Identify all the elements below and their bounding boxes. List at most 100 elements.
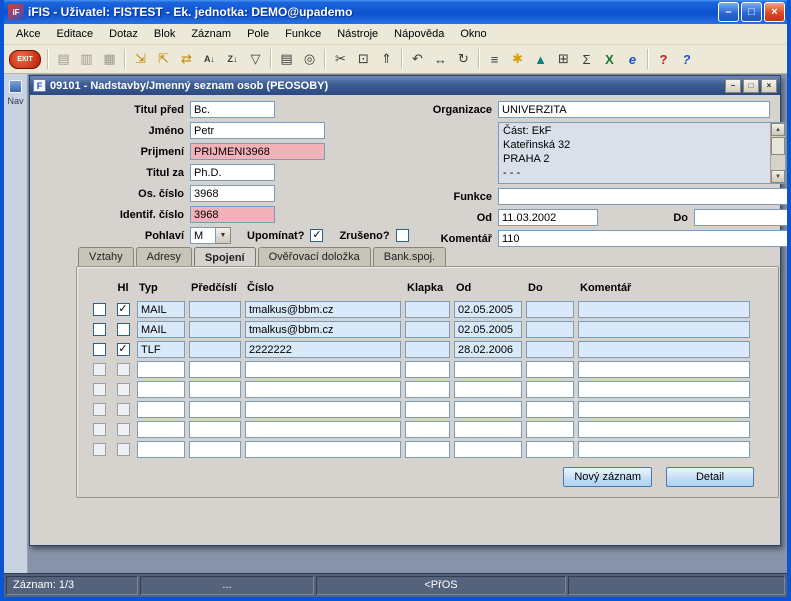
row-select-checkbox[interactable] bbox=[92, 363, 106, 376]
cell-od[interactable] bbox=[454, 401, 522, 418]
hl-checkbox[interactable] bbox=[116, 363, 130, 376]
scroll-thumb[interactable] bbox=[771, 137, 785, 155]
print-screen-icon[interactable]: ▥ bbox=[76, 49, 97, 70]
pohlavi-input[interactable] bbox=[190, 227, 216, 244]
new-record-button[interactable]: Nový záznam bbox=[563, 467, 652, 487]
cell-od[interactable] bbox=[454, 301, 522, 318]
cell-predcisli[interactable] bbox=[189, 301, 241, 318]
tab-bank-spoj-[interactable]: Bank.spoj. bbox=[372, 247, 447, 266]
enter-query-icon[interactable]: ⇲ bbox=[130, 49, 151, 70]
organizace-input[interactable] bbox=[498, 101, 770, 118]
od-input[interactable] bbox=[498, 209, 598, 226]
chevron-down-icon[interactable]: ▼ bbox=[216, 227, 231, 244]
row-select-checkbox[interactable] bbox=[92, 423, 106, 436]
cell-cislo[interactable] bbox=[245, 441, 401, 458]
clear-record-icon[interactable]: ▦ bbox=[99, 49, 120, 70]
sum-icon[interactable]: Σ bbox=[576, 49, 597, 70]
scroll-down-icon[interactable]: ▼ bbox=[771, 170, 785, 183]
cancel-query-icon[interactable]: ⇄ bbox=[176, 49, 197, 70]
menu-item-5[interactable]: Záznam bbox=[183, 26, 239, 42]
cell-klapka[interactable] bbox=[405, 401, 450, 418]
cell-do[interactable] bbox=[526, 361, 574, 378]
sort-desc-icon[interactable]: Z↓ bbox=[222, 49, 243, 70]
paste-icon[interactable]: ⇑ bbox=[376, 49, 397, 70]
navigate-icon[interactable]: ↔ bbox=[430, 49, 451, 70]
row-select-checkbox[interactable] bbox=[92, 323, 106, 336]
help-icon[interactable]: ? bbox=[676, 49, 697, 70]
cell-predcisli[interactable] bbox=[189, 341, 241, 358]
chart-icon[interactable]: ▲ bbox=[530, 49, 551, 70]
hl-checkbox[interactable] bbox=[116, 443, 130, 456]
form-restore-button[interactable]: □ bbox=[743, 78, 759, 93]
preview-icon[interactable]: ◎ bbox=[299, 49, 320, 70]
cell-predcisli[interactable] bbox=[189, 361, 241, 378]
cell-do[interactable] bbox=[526, 441, 574, 458]
cell-typ[interactable] bbox=[137, 421, 185, 438]
maximize-button[interactable]: □ bbox=[741, 2, 762, 22]
print-icon[interactable]: ▤ bbox=[276, 49, 297, 70]
save-icon[interactable]: ▤ bbox=[53, 49, 74, 70]
help-doc-icon[interactable]: ? bbox=[653, 49, 674, 70]
hl-checkbox[interactable] bbox=[116, 383, 130, 396]
wizard-icon[interactable]: ✱ bbox=[507, 49, 528, 70]
os-cislo-input[interactable] bbox=[190, 185, 275, 202]
cell-klapka[interactable] bbox=[405, 341, 450, 358]
menu-item-6[interactable]: Pole bbox=[239, 26, 277, 42]
menu-item-2[interactable]: Editace bbox=[48, 26, 101, 42]
row-select-checkbox[interactable] bbox=[92, 403, 106, 416]
cell-cislo[interactable] bbox=[245, 381, 401, 398]
cell-komentar[interactable] bbox=[578, 321, 750, 338]
cell-od[interactable] bbox=[454, 421, 522, 438]
menu-item-1[interactable]: Akce bbox=[8, 26, 48, 42]
tab-ov-ovac-dolo-ka[interactable]: Ověřovací doložka bbox=[257, 247, 371, 266]
titul-pred-input[interactable] bbox=[190, 101, 275, 118]
list-values-icon[interactable]: ≡ bbox=[484, 49, 505, 70]
exit-icon[interactable]: EXIT bbox=[9, 49, 41, 69]
cell-do[interactable] bbox=[526, 341, 574, 358]
cell-od[interactable] bbox=[454, 381, 522, 398]
tab-spojen-[interactable]: Spojení bbox=[193, 247, 256, 267]
cell-predcisli[interactable] bbox=[189, 401, 241, 418]
calculator-icon[interactable]: ⊞ bbox=[553, 49, 574, 70]
cell-od[interactable] bbox=[454, 361, 522, 378]
cell-typ[interactable] bbox=[137, 361, 185, 378]
cell-od[interactable] bbox=[454, 321, 522, 338]
filter-icon[interactable]: ▽ bbox=[245, 49, 266, 70]
cell-cislo[interactable] bbox=[245, 301, 401, 318]
hl-checkbox[interactable]: ✓ bbox=[116, 303, 130, 316]
undo-icon[interactable]: ↶ bbox=[407, 49, 428, 70]
hl-checkbox[interactable] bbox=[116, 323, 130, 336]
do-input[interactable] bbox=[694, 209, 787, 226]
copy-icon[interactable]: ⊡ bbox=[353, 49, 374, 70]
cell-typ[interactable] bbox=[137, 381, 185, 398]
cell-typ[interactable] bbox=[137, 341, 185, 358]
cell-cislo[interactable] bbox=[245, 361, 401, 378]
cell-komentar[interactable] bbox=[578, 401, 750, 418]
cell-od[interactable] bbox=[454, 341, 522, 358]
titul-za-input[interactable] bbox=[190, 164, 275, 181]
cell-cislo[interactable] bbox=[245, 401, 401, 418]
web-icon[interactable]: e bbox=[622, 49, 643, 70]
excel-icon[interactable]: X bbox=[599, 49, 620, 70]
jmeno-input[interactable] bbox=[190, 122, 325, 139]
form-minimize-button[interactable]: – bbox=[725, 78, 741, 93]
identif-cislo-input[interactable] bbox=[190, 206, 275, 223]
cell-do[interactable] bbox=[526, 321, 574, 338]
row-select-checkbox[interactable] bbox=[92, 383, 106, 396]
funkce-input[interactable] bbox=[498, 188, 787, 205]
cell-predcisli[interactable] bbox=[189, 321, 241, 338]
cell-komentar[interactable] bbox=[578, 361, 750, 378]
cell-do[interactable] bbox=[526, 421, 574, 438]
cell-komentar[interactable] bbox=[578, 421, 750, 438]
nav-icon[interactable] bbox=[9, 80, 22, 93]
cell-klapka[interactable] bbox=[405, 301, 450, 318]
pohlavi-combo[interactable]: ▼ bbox=[190, 227, 231, 244]
close-button[interactable]: × bbox=[764, 2, 785, 22]
hl-checkbox[interactable]: ✓ bbox=[116, 343, 130, 356]
cell-cislo[interactable] bbox=[245, 421, 401, 438]
sort-asc-icon[interactable]: A↓ bbox=[199, 49, 220, 70]
cell-klapka[interactable] bbox=[405, 381, 450, 398]
cell-komentar[interactable] bbox=[578, 441, 750, 458]
menu-item-7[interactable]: Funkce bbox=[277, 26, 329, 42]
cell-typ[interactable] bbox=[137, 301, 185, 318]
